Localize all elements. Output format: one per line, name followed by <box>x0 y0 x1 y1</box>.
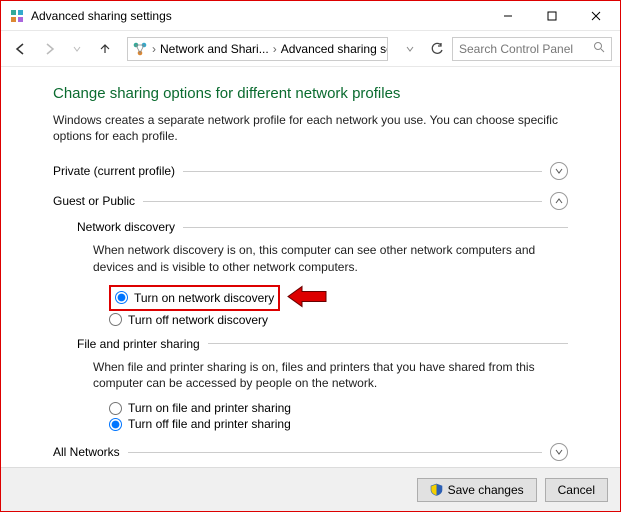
divider <box>143 201 542 202</box>
radio-fps-on-input[interactable] <box>109 402 122 415</box>
content-pane: Change sharing options for different net… <box>1 67 620 467</box>
save-changes-label: Save changes <box>448 483 524 497</box>
window-frame: Advanced sharing settings › Network and … <box>0 0 621 512</box>
cancel-label: Cancel <box>558 483 595 497</box>
network-discovery-title: Network discovery <box>77 220 175 234</box>
divider <box>183 227 568 228</box>
nav-recent-button[interactable] <box>65 37 89 61</box>
section-network-discovery: Network discovery When network discovery… <box>77 220 568 326</box>
fps-desc: When file and printer sharing is on, fil… <box>93 359 568 391</box>
profile-guest-public: Guest or Public Network discovery When n… <box>53 192 568 431</box>
nav-forward-button[interactable] <box>37 37 61 61</box>
network-discovery-options: Turn on network discovery Turn off netwo… <box>109 285 568 327</box>
radio-fps-off-label: Turn off file and printer sharing <box>128 417 291 431</box>
window-title: Advanced sharing settings <box>31 9 486 23</box>
nav-back-button[interactable] <box>9 37 33 61</box>
chevron-down-icon[interactable] <box>550 162 568 180</box>
network-sharing-icon <box>132 41 148 57</box>
divider <box>183 171 542 172</box>
fps-header: File and printer sharing <box>77 337 568 351</box>
titlebar: Advanced sharing settings <box>1 1 620 31</box>
uac-shield-icon <box>430 483 443 496</box>
profile-all-label: All Networks <box>53 445 120 459</box>
profile-all-header[interactable]: All Networks <box>53 443 568 461</box>
breadcrumb-dropdown[interactable] <box>398 37 422 61</box>
network-discovery-desc: When network discovery is on, this compu… <box>93 242 568 274</box>
radio-discovery-off-input[interactable] <box>109 313 122 326</box>
refresh-button[interactable] <box>426 38 448 60</box>
profile-all-networks: All Networks <box>53 443 568 461</box>
control-panel-icon <box>9 8 25 24</box>
radio-fps-off-input[interactable] <box>109 418 122 431</box>
chevron-down-icon[interactable] <box>550 443 568 461</box>
profile-private-header[interactable]: Private (current profile) <box>53 162 568 180</box>
section-file-printer-sharing: File and printer sharing When file and p… <box>77 337 568 431</box>
profile-guest-header[interactable]: Guest or Public <box>53 192 568 210</box>
search-input[interactable]: Search Control Panel <box>452 37 612 61</box>
profile-private-label: Private (current profile) <box>53 164 175 178</box>
radio-discovery-on-label: Turn on network discovery <box>134 291 274 305</box>
fps-title: File and printer sharing <box>77 337 200 351</box>
profile-guest-label: Guest or Public <box>53 194 135 208</box>
page-intro: Windows creates a separate network profi… <box>53 112 568 144</box>
annotation-highlight: Turn on network discovery <box>109 285 280 311</box>
minimize-button[interactable] <box>486 2 530 30</box>
page-heading: Change sharing options for different net… <box>53 85 568 102</box>
search-placeholder: Search Control Panel <box>459 42 573 56</box>
radio-fps-on-label: Turn on file and printer sharing <box>128 401 291 415</box>
chevron-right-icon: › <box>150 42 158 56</box>
chevron-up-icon[interactable] <box>550 192 568 210</box>
network-discovery-header: Network discovery <box>77 220 568 234</box>
annotation-arrow-icon <box>286 284 328 311</box>
profile-private: Private (current profile) <box>53 162 568 180</box>
nav-up-button[interactable] <box>93 37 117 61</box>
cancel-button[interactable]: Cancel <box>545 478 608 502</box>
nav-bar: › Network and Shari... › Advanced sharin… <box>1 31 620 67</box>
divider <box>128 452 542 453</box>
fps-options: Turn on file and printer sharing Turn of… <box>109 401 568 431</box>
breadcrumb-item-network[interactable]: Network and Shari... <box>160 42 269 56</box>
radio-discovery-off-label: Turn off network discovery <box>128 313 268 327</box>
divider <box>208 343 568 344</box>
footer-bar: Save changes Cancel <box>1 467 620 511</box>
radio-discovery-off[interactable]: Turn off network discovery <box>109 313 568 327</box>
chevron-right-icon: › <box>271 42 279 56</box>
search-icon <box>593 41 605 56</box>
close-button[interactable] <box>574 2 618 30</box>
window-controls <box>486 2 618 30</box>
maximize-button[interactable] <box>530 2 574 30</box>
radio-discovery-on-input[interactable] <box>115 291 128 304</box>
save-changes-button[interactable]: Save changes <box>417 478 537 502</box>
radio-discovery-on[interactable]: Turn on network discovery <box>115 291 274 305</box>
radio-fps-off[interactable]: Turn off file and printer sharing <box>109 417 568 431</box>
radio-fps-on[interactable]: Turn on file and printer sharing <box>109 401 568 415</box>
breadcrumb-item-advanced[interactable]: Advanced sharing settings <box>281 42 388 56</box>
breadcrumb[interactable]: › Network and Shari... › Advanced sharin… <box>127 37 388 61</box>
